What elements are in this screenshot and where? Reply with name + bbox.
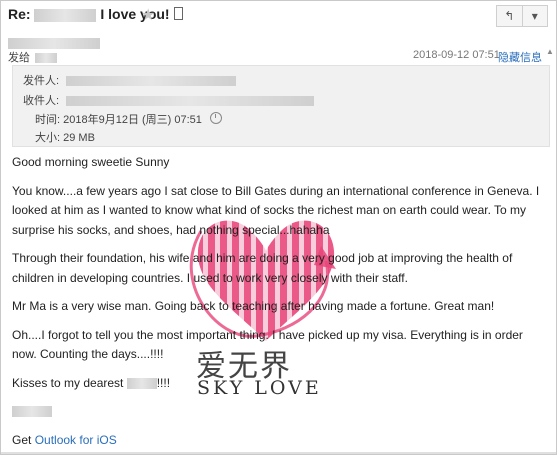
get-prefix: Get <box>12 432 32 447</box>
size-label: 大小: <box>35 132 61 144</box>
email-date: 2018-09-12 07:51 <box>413 49 500 61</box>
reply-nav-buttons: ↰ ▾ <box>496 5 548 27</box>
to-row: 收件人: <box>23 92 315 108</box>
redacted-sender <box>8 38 100 50</box>
redacted-kisses-name <box>126 377 157 389</box>
time-row: 时间: 2018年9月12日 (周三) 07:51 <box>35 111 222 127</box>
outlook-link[interactable]: Outlook for iOS <box>35 433 117 447</box>
subject-prefix: Re: <box>8 6 31 22</box>
email-window: Re: I love you! ★ ↰ ▾ 发给 2018-09-12 07:5… <box>0 0 557 455</box>
from-label: 发件人: <box>23 75 60 87</box>
time-value: 2018年9月12日 (周三) 07:51 <box>63 114 202 126</box>
subject-text: I love you! <box>100 6 170 22</box>
from-row: 发件人: <box>23 72 237 88</box>
paragraph-1: You know....a few years ago I sat close … <box>12 183 540 237</box>
star-icon[interactable]: ★ <box>141 5 155 25</box>
signature-line <box>12 402 542 422</box>
email-body: Good morning sweetie Sunny You know....a… <box>12 153 542 450</box>
redacted-to <box>66 96 315 107</box>
get-outlook-line: Get Outlook for iOS <box>12 431 542 451</box>
time-label: 时间: <box>35 114 61 126</box>
history-icon[interactable] <box>209 112 222 124</box>
redacted-recipient <box>35 53 58 64</box>
email-details-panel: 发件人: 收件人: 时间: 2018年9月12日 (周三) 07:51 大小: … <box>12 65 550 147</box>
to-label: 收件人: <box>23 95 60 107</box>
redacted-signature <box>12 406 52 418</box>
reply-icon[interactable]: ↰ <box>497 6 522 26</box>
hide-details-link[interactable]: 隐藏信息 <box>498 49 542 65</box>
paragraph-4: Oh....I forgot to tell you the most impo… <box>12 327 523 362</box>
kisses-prefix: Kisses to my dearest <box>12 375 124 390</box>
send-to-label: 发给 <box>8 52 30 64</box>
chevron-down-icon[interactable]: ▾ <box>521 6 548 26</box>
subject-row: Re: I love you! ★ ↰ ▾ <box>1 1 556 29</box>
paragraph-3: Mr Ma is a very wise man. Going back to … <box>12 299 495 313</box>
send-to-row: 发给 <box>8 49 58 65</box>
size-row: 大小: 29 MB <box>35 129 95 145</box>
size-value: 29 MB <box>63 132 95 144</box>
kisses-suffix: !!!! <box>156 375 171 390</box>
redacted-name <box>34 8 97 22</box>
email-subject: Re: I love you! <box>8 6 184 22</box>
paragraph-2: Through their foundation, his wife and h… <box>12 251 513 285</box>
scroll-up-icon[interactable]: ▲ <box>546 47 554 61</box>
redacted-from <box>66 76 237 87</box>
greeting: Good morning sweetie Sunny <box>12 155 170 169</box>
kisses-line: Kisses to my dearest !!!! <box>12 374 542 394</box>
bottom-divider <box>1 452 556 454</box>
missing-glyph-box <box>174 7 184 20</box>
